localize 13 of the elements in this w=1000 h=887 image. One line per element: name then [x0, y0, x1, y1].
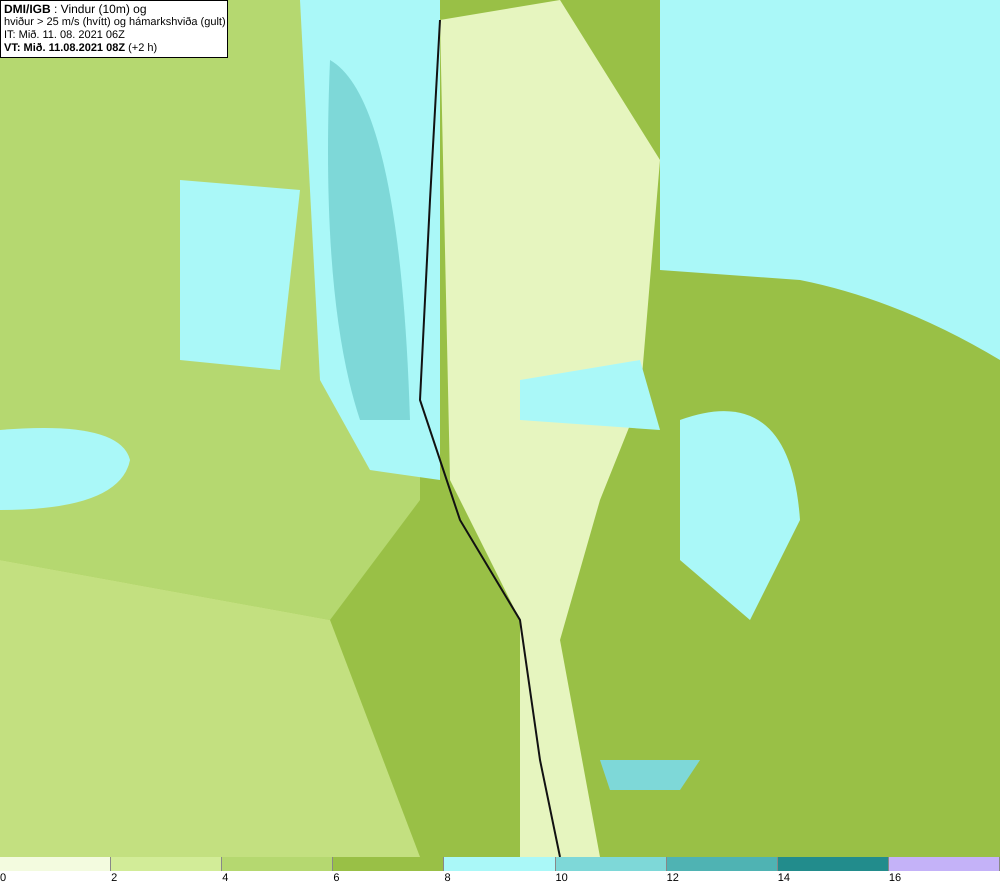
title-text: IT: Mið. 11. 08. 2021 06Z [4, 29, 126, 42]
legend-label: 14 [778, 871, 790, 886]
title-text: hviður > 25 m/s (hvítt) og hámarkshviða (gult) [4, 16, 224, 29]
legend-label: 4 [222, 871, 228, 886]
legend-label: 8 [444, 871, 451, 886]
legend-label: 10 [556, 871, 568, 886]
title-text: VT: Mið. 11.08.2021 08Z (+2 h) [4, 42, 158, 55]
title-text: DMI/IGB : Vindur (10m) og [4, 3, 148, 16]
legend-label: 2 [111, 871, 118, 886]
legend-label: 12 [666, 871, 679, 886]
legend-label: 6 [333, 871, 340, 886]
legend-label: 0 [0, 871, 6, 886]
legend-label: 16 [888, 871, 902, 886]
